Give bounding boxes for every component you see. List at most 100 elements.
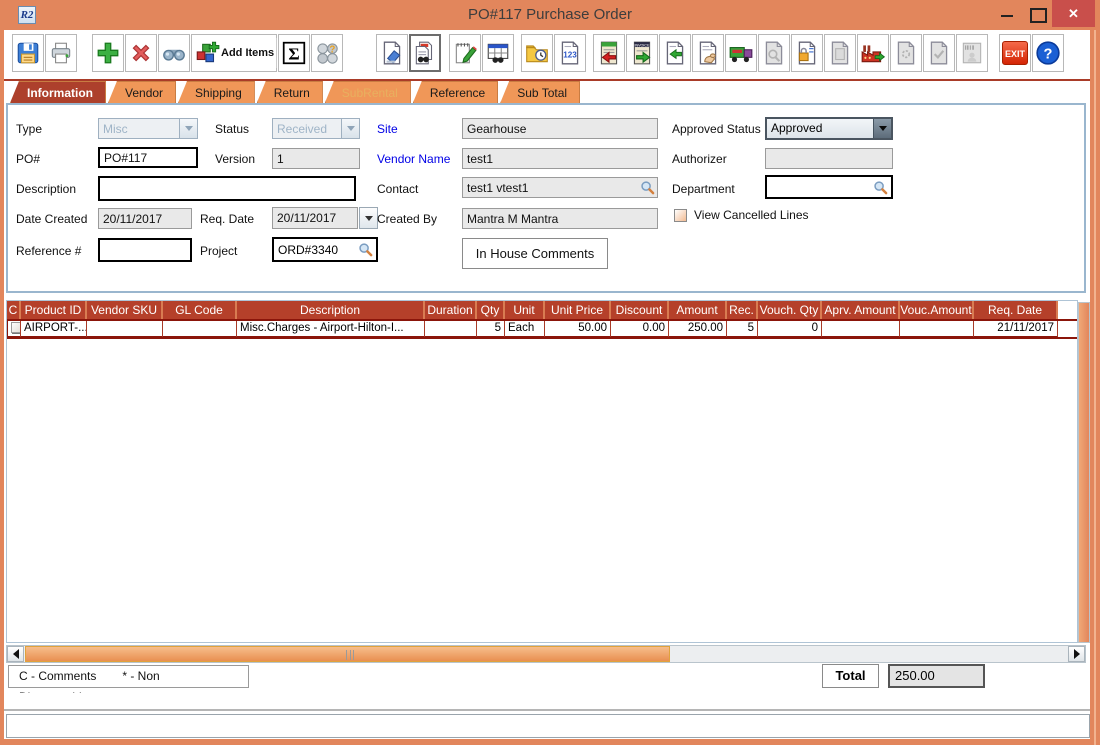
help-button[interactable]: ? bbox=[1032, 34, 1064, 72]
document-check-button[interactable] bbox=[923, 34, 955, 72]
column-header-qty[interactable]: Qty bbox=[477, 301, 505, 320]
maximize-button[interactable] bbox=[1022, 0, 1052, 27]
exit-button[interactable]: EXIT bbox=[999, 34, 1031, 72]
type-combo[interactable]: Misc bbox=[98, 118, 198, 139]
cell-c bbox=[7, 320, 21, 338]
edit-notes-button[interactable] bbox=[449, 34, 481, 72]
find-button[interactable] bbox=[158, 34, 190, 72]
tab-return[interactable]: Return bbox=[257, 81, 323, 103]
secure-document-icon bbox=[794, 40, 820, 66]
in-house-comments-button[interactable]: In House Comments bbox=[462, 238, 608, 269]
version-field bbox=[272, 148, 360, 169]
clear-document-button[interactable] bbox=[376, 34, 408, 72]
factory-icon bbox=[860, 40, 886, 66]
factory-button[interactable] bbox=[857, 34, 889, 72]
sum-icon: Σ bbox=[281, 40, 307, 66]
barcode-badge-button[interactable] bbox=[956, 34, 988, 72]
column-header-gl_code[interactable]: GL Code bbox=[163, 301, 237, 320]
toolbar-separator bbox=[442, 34, 449, 72]
secure-document-button[interactable] bbox=[791, 34, 823, 72]
column-header-vouc_amount[interactable]: Vouc.Amount bbox=[900, 301, 974, 320]
tab-vendor[interactable]: Vendor bbox=[108, 81, 176, 103]
tab-shipping[interactable]: Shipping bbox=[178, 81, 255, 103]
history-folder-button[interactable] bbox=[521, 34, 553, 72]
add-items-button[interactable]: Add Items bbox=[191, 34, 277, 72]
receive-document-button[interactable] bbox=[692, 34, 724, 72]
table-row[interactable]: AIRPORT-...Misc.Charges - Airport-Hilton… bbox=[7, 320, 1078, 338]
cell-aprv_amount bbox=[822, 320, 900, 338]
tab-bar: InformationVendorShippingReturnSubRental… bbox=[4, 79, 1090, 103]
invoice-button[interactable]: INVOICE bbox=[626, 34, 658, 72]
row-comment-box[interactable] bbox=[11, 322, 21, 333]
view-cancelled-lines-checkbox[interactable] bbox=[674, 209, 687, 222]
po-number-input[interactable] bbox=[98, 147, 198, 168]
chevron-down-icon[interactable] bbox=[359, 207, 378, 229]
column-header-req_date[interactable]: Req. Date bbox=[974, 301, 1058, 320]
contact-field[interactable] bbox=[462, 177, 658, 198]
column-header-description[interactable]: Description bbox=[237, 301, 425, 320]
print-button[interactable] bbox=[45, 34, 77, 72]
add-button[interactable] bbox=[92, 34, 124, 72]
department-label: Department bbox=[672, 182, 735, 196]
column-header-aprv_amount[interactable]: Aprv. Amount bbox=[822, 301, 900, 320]
scroll-left-arrow[interactable] bbox=[7, 646, 24, 662]
description-label: Description bbox=[16, 182, 76, 196]
dispatch-button[interactable] bbox=[725, 34, 757, 72]
project-field[interactable] bbox=[272, 237, 378, 262]
department-field[interactable] bbox=[765, 175, 893, 199]
tab-sub-total[interactable]: Sub Total bbox=[500, 81, 580, 103]
tab-reference[interactable]: Reference bbox=[413, 81, 498, 103]
search-icon[interactable] bbox=[640, 180, 655, 195]
column-header-vouch_qty[interactable]: Vouch. Qty bbox=[758, 301, 822, 320]
date-created-field bbox=[98, 208, 192, 229]
delete-icon bbox=[128, 40, 154, 66]
status-combo[interactable]: Received bbox=[272, 118, 360, 139]
view-documents-button[interactable] bbox=[409, 34, 441, 72]
message-bar bbox=[6, 714, 1090, 738]
document-search-button[interactable] bbox=[758, 34, 790, 72]
vertical-scrollbar[interactable] bbox=[1078, 302, 1090, 643]
numbers-document-button[interactable]: 123 bbox=[554, 34, 586, 72]
search-icon[interactable] bbox=[873, 180, 888, 195]
column-header-rec[interactable]: Rec. bbox=[727, 301, 758, 320]
cell-product_id: AIRPORT-... bbox=[21, 320, 87, 338]
legend: C - Comments* - Non Discountable bbox=[8, 665, 249, 688]
search-icon[interactable] bbox=[358, 242, 373, 257]
close-button[interactable]: ✕ bbox=[1052, 0, 1095, 27]
reference-number-input[interactable] bbox=[98, 238, 192, 262]
req-date-combo[interactable] bbox=[272, 207, 378, 229]
toolbar-button-label: Add Items bbox=[221, 47, 274, 59]
svg-text:INVOICE: INVOICE bbox=[634, 44, 650, 48]
column-header-unit_price[interactable]: Unit Price bbox=[545, 301, 611, 320]
dispatch-icon bbox=[728, 40, 754, 66]
contact-label: Contact bbox=[377, 182, 418, 196]
column-header-product_id[interactable]: Product ID bbox=[21, 301, 87, 320]
delete-button[interactable] bbox=[125, 34, 157, 72]
cell-req_date: 21/11/2017 bbox=[974, 320, 1058, 338]
scrollbar-thumb[interactable] bbox=[25, 646, 670, 662]
column-header-unit[interactable]: Unit bbox=[505, 301, 545, 320]
approved-status-combo[interactable]: Approved bbox=[765, 117, 893, 140]
tab-information[interactable]: Information bbox=[10, 81, 106, 103]
scroll-right-arrow[interactable] bbox=[1068, 646, 1085, 662]
invoice-in-button[interactable] bbox=[593, 34, 625, 72]
minimize-button[interactable] bbox=[992, 0, 1022, 27]
availability-button[interactable]: ? bbox=[311, 34, 343, 72]
column-header-amount[interactable]: Amount bbox=[669, 301, 727, 320]
sum-button[interactable]: Σ bbox=[278, 34, 310, 72]
document-settings-button[interactable] bbox=[890, 34, 922, 72]
print-icon bbox=[48, 40, 74, 66]
site-label: Site bbox=[377, 122, 398, 136]
column-header-c[interactable]: C bbox=[7, 301, 21, 320]
column-header-duration[interactable]: Duration bbox=[425, 301, 477, 320]
save-button[interactable] bbox=[12, 34, 44, 72]
created-by-label: Created By bbox=[377, 212, 437, 226]
horizontal-scrollbar[interactable] bbox=[6, 645, 1086, 663]
chevron-down-icon bbox=[179, 119, 197, 138]
column-header-vendor_sku[interactable]: Vendor SKU bbox=[87, 301, 163, 320]
export-document-button[interactable] bbox=[659, 34, 691, 72]
description-input[interactable] bbox=[98, 176, 356, 201]
column-header-discount[interactable]: Discount bbox=[611, 301, 669, 320]
browse-grid-button[interactable] bbox=[482, 34, 514, 72]
document-copy-button[interactable] bbox=[824, 34, 856, 72]
